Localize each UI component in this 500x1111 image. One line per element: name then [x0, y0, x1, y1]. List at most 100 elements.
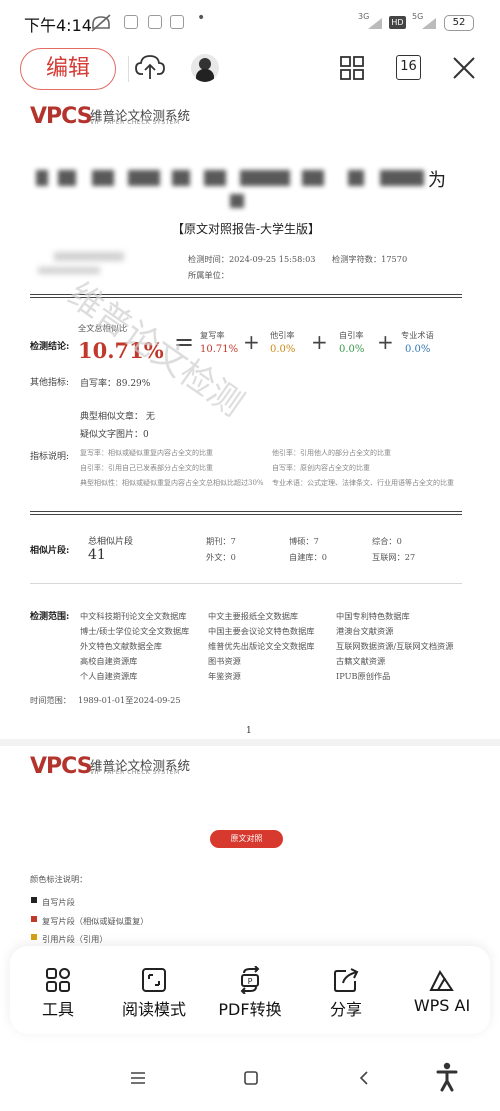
scope-item: 港澳台文献资源	[336, 626, 394, 636]
logo-subtitle: VIP PAPER CHECK SYSTEM	[90, 769, 180, 776]
other-rate-value: 0.0%	[270, 344, 296, 355]
tools-grid-icon	[46, 968, 70, 992]
more-dot: •	[197, 10, 206, 26]
internet-count: 互联网：27	[372, 552, 416, 562]
redacted-title	[172, 170, 190, 186]
desc-term: 专业术语：公式定理、法律条文、行业用语等占全文的比重	[272, 479, 454, 487]
page-count-button[interactable]: 16	[396, 55, 421, 80]
tab-label: 分享	[329, 1000, 362, 1019]
legend-cite: 引用片段（引用）	[42, 934, 108, 944]
edit-button[interactable]: 编辑	[20, 48, 116, 90]
total-seg-value: 41	[88, 547, 106, 563]
desc-self-write: 自写率：原创内容占全文的比重	[272, 464, 370, 472]
self-built-count: 自建库：0	[289, 552, 327, 562]
scope-item: 古籍文献资源	[336, 656, 386, 666]
menu-icon[interactable]	[130, 1070, 146, 1086]
other-metrics-label: 其他指标:	[30, 378, 70, 388]
redacted-author	[54, 252, 124, 261]
tab-share[interactable]: 分享	[298, 946, 394, 1034]
char-count: 检测字符数：17570	[332, 254, 408, 264]
desc-typical: 典型相似性：相似或疑似重复内容占全文总相似比超过30%	[80, 479, 264, 487]
foreign-count: 外文：0	[206, 552, 236, 562]
seg-label: 相似片段:	[30, 546, 70, 556]
tab-label: 工具	[41, 1000, 74, 1019]
scope-item: 图书资源	[208, 656, 241, 666]
copy-rate-label: 复写率	[200, 330, 225, 340]
back-icon[interactable]	[356, 1070, 372, 1086]
top-toolbar: 编辑 16	[0, 44, 500, 96]
journal-count: 期刊：7	[206, 536, 236, 546]
self-rate-label: 自引率	[339, 330, 364, 340]
term-rate-value: 0.0%	[405, 344, 431, 355]
page-gap	[0, 739, 500, 746]
suspect-images: 疑似文字图片：0	[80, 430, 149, 440]
redacted-title	[58, 170, 76, 186]
vpcs-logo: VPCS	[30, 104, 93, 129]
redacted-title	[36, 170, 48, 186]
avatar[interactable]	[191, 54, 219, 82]
redacted-title	[128, 170, 160, 186]
title-tail: 为	[428, 170, 446, 191]
grid-view-icon[interactable]	[340, 56, 364, 80]
close-icon[interactable]	[452, 56, 476, 80]
scope-item: 互联网数据资源/互联网文档资源	[336, 641, 454, 651]
self-write-rate: 自写率：89.29%	[80, 379, 151, 389]
scope-item: 高校自建资源库	[80, 656, 138, 666]
conclusion-label: 检测结论:	[30, 342, 70, 352]
report-page-1: VPCS 维普论文检测系统 VIP PAPER CHECK SYSTEM 为 【…	[0, 96, 500, 736]
system-nav-bar	[0, 1048, 500, 1111]
document-viewer[interactable]: VPCS 维普论文检测系统 VIP PAPER CHECK SYSTEM 为 【…	[0, 96, 500, 1080]
report-subtitle: 【原文对照报告-大学生版】	[172, 222, 321, 236]
tab-wps-ai[interactable]: WPS AI	[394, 946, 490, 1034]
wps-ai-icon	[429, 970, 454, 991]
tab-label: PDF转换	[218, 1000, 282, 1019]
divider	[30, 583, 462, 584]
hd-badge: HD	[389, 16, 406, 29]
scope-item: 外文特色文献数据全库	[80, 641, 162, 651]
mute-icon	[91, 14, 111, 32]
scope-item: IPUB原创作品	[336, 671, 391, 681]
thesis-count: 博硕：7	[289, 536, 319, 546]
tab-label: WPS AI	[413, 996, 471, 1015]
notification-icon	[124, 15, 138, 29]
notification-icon	[170, 15, 184, 29]
scope-item: 中国主要会议论文特色数据库	[208, 626, 315, 636]
plus-sign: +	[377, 330, 394, 354]
scope-item: 年鉴资源	[208, 671, 241, 681]
signal-icon	[422, 18, 436, 29]
desc-other: 他引率：引用他人的部分占全文的比重	[272, 449, 391, 457]
legend-copy: 复写片段（相似或疑似重复）	[42, 916, 149, 926]
scope-item: 维普优先出版论文全文数据库	[208, 641, 315, 651]
redacted-title	[302, 170, 324, 186]
self-rate-value: 0.0%	[339, 344, 365, 355]
logo-subtitle: VIP PAPER CHECK SYSTEM	[90, 119, 180, 126]
battery-indicator: 52	[444, 15, 474, 31]
total-seg-label: 总相似片段	[88, 537, 134, 547]
tab-pdf-convert[interactable]: P PDF转换	[202, 946, 298, 1034]
time-range-label: 时间范围：	[30, 695, 71, 705]
term-rate-label: 专业术语	[401, 330, 434, 340]
page-number: 1	[246, 726, 252, 736]
color-note-label: 颜色标注说明：	[30, 874, 88, 884]
desc-self: 自引率：引用自己已发表部分占全文的比重	[80, 464, 213, 472]
accessibility-icon[interactable]	[436, 1062, 458, 1092]
scope-item: 博士/硕士学位论文全文数据库	[80, 626, 190, 636]
notification-icon	[148, 15, 162, 29]
scope-item: 个人自建资源库	[80, 671, 138, 681]
tab-tools[interactable]: 工具	[10, 946, 106, 1034]
share-icon	[334, 968, 359, 992]
check-time: 检测时间：2024-09-25 15:58:03	[188, 254, 316, 264]
redacted-title	[240, 170, 290, 186]
status-time: 下午4:14	[24, 16, 92, 35]
cloud-upload-icon[interactable]	[134, 52, 166, 82]
svg-text:P: P	[248, 977, 253, 986]
plus-sign: +	[311, 330, 328, 354]
status-bar: 下午4:14 • 3G HD 5G 52	[0, 0, 500, 44]
scope-item: 中文主要报纸全文数据库	[208, 611, 299, 621]
home-icon[interactable]	[243, 1070, 259, 1086]
redacted-title	[92, 170, 114, 186]
scope-item: 中国专利特色数据库	[336, 611, 410, 621]
redacted-title	[230, 194, 244, 208]
compare-badge: 原文对照	[210, 830, 283, 848]
tab-reading-mode[interactable]: 阅读模式	[106, 946, 202, 1034]
